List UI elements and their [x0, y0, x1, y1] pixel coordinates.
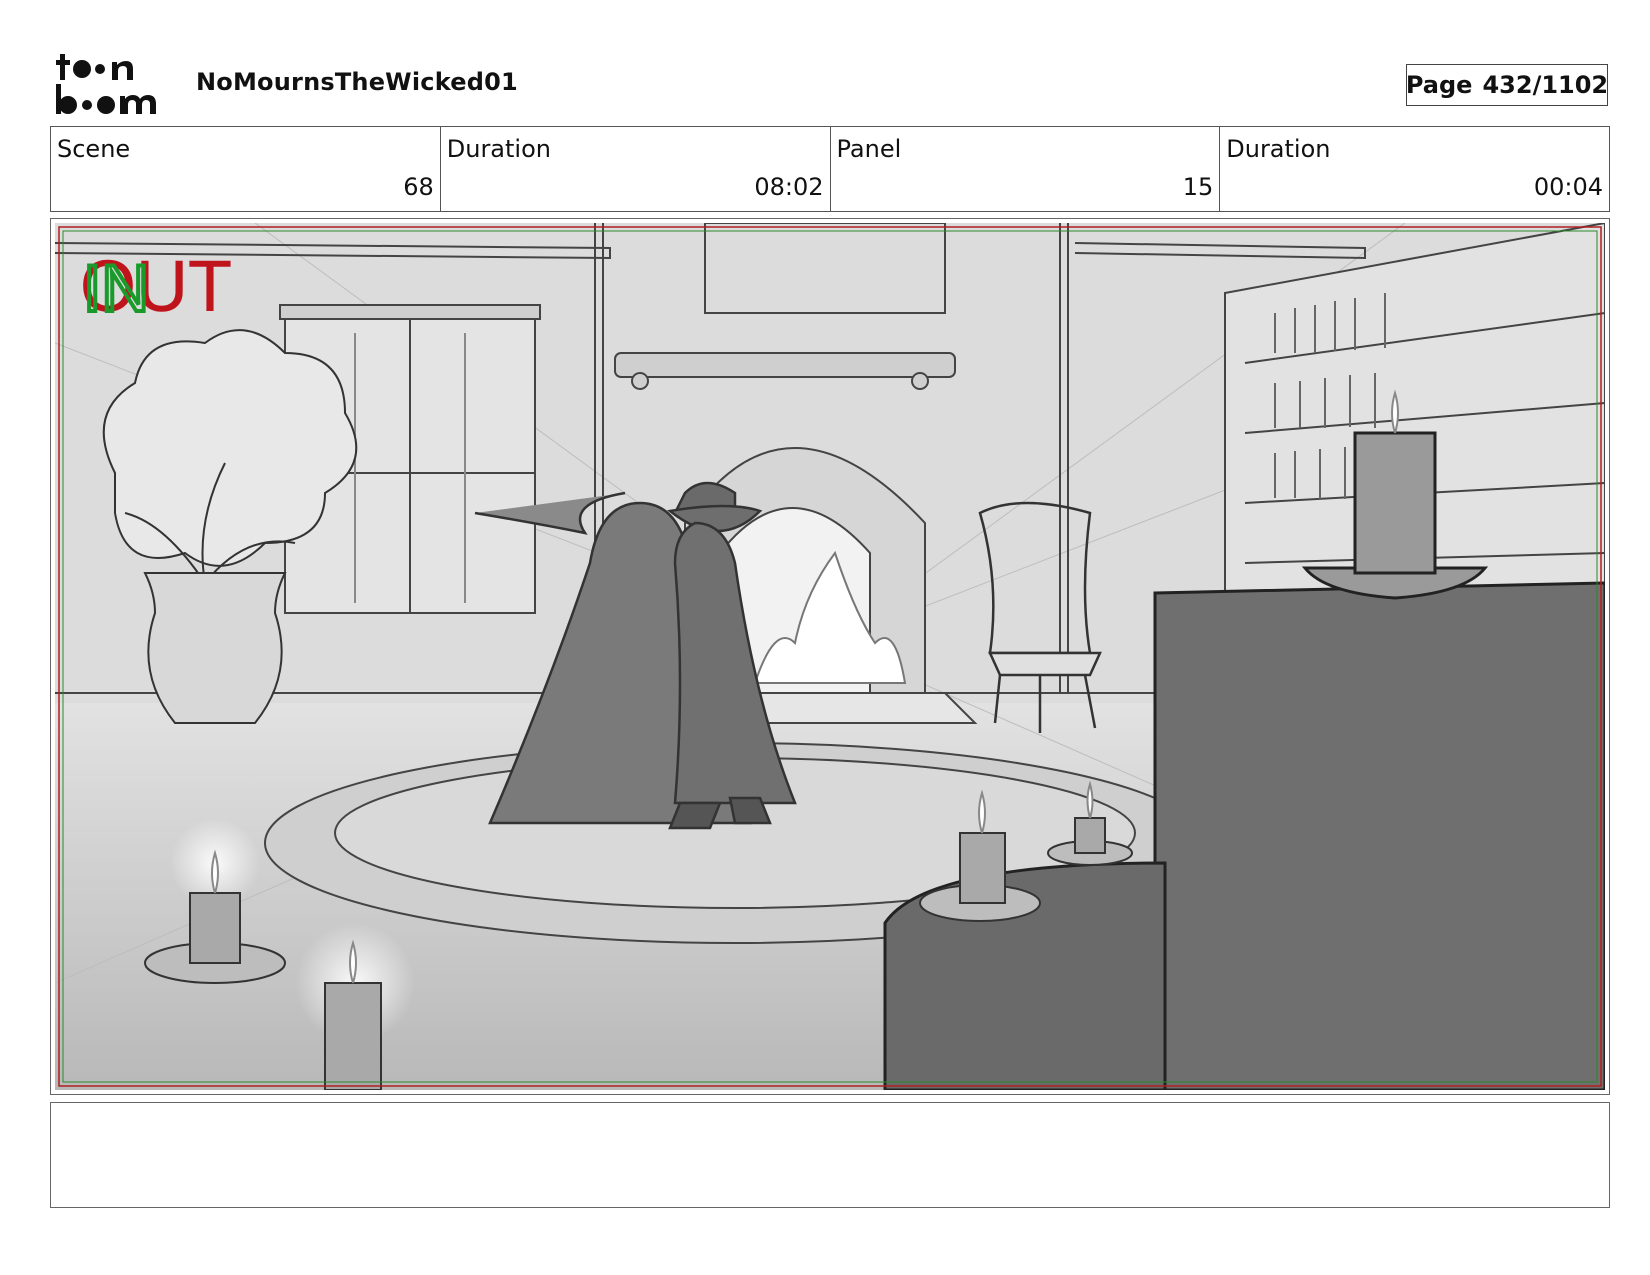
scene-cell: Scene 68: [51, 127, 441, 211]
panel-duration-cell: Duration 00:04: [1220, 127, 1609, 211]
scene-label: Scene: [57, 135, 131, 163]
panel-info-row: Scene 68 Duration 08:02 Panel 15 Duratio…: [50, 126, 1610, 212]
panel-sketch: OUT IN: [55, 223, 1605, 1090]
panel-label: Panel: [836, 135, 902, 163]
scene-duration-label: Duration: [446, 135, 551, 163]
page-indicator: Page 432/1102: [1406, 64, 1608, 106]
scene-duration-value: 08:02: [754, 173, 824, 201]
panel-notes-box[interactable]: [50, 1102, 1610, 1208]
toonboom-logo: [56, 54, 156, 114]
panel-value: 15: [1182, 173, 1214, 201]
page-label: Page: [1405, 71, 1473, 99]
project-title: NoMournsTheWicked01: [196, 68, 518, 96]
overlay-in-label: IN: [83, 251, 149, 325]
scene-value: 68: [403, 173, 434, 201]
scene-duration-cell: Duration 08:02: [441, 127, 831, 211]
storyboard-panel: OUT IN: [50, 218, 1610, 1095]
panel-duration-label: Duration: [1226, 135, 1331, 163]
page-number: 432/1102: [1482, 71, 1609, 99]
panel-duration-value: 00:04: [1533, 173, 1603, 201]
panel-cell: Panel 15: [831, 127, 1221, 211]
